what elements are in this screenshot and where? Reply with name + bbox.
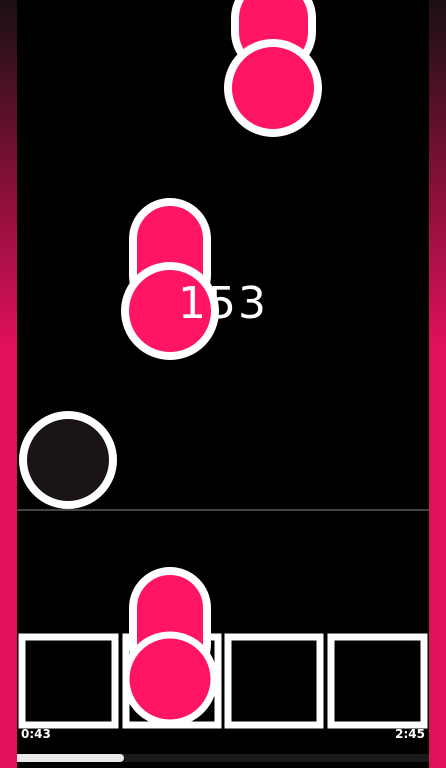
game-stage: 153 0:43 2:45 <box>0 0 446 768</box>
time-total: 2:45 <box>395 727 425 741</box>
note-capsule-lane-2-hit <box>122 567 218 727</box>
idle-orb <box>19 411 117 509</box>
lane-target-3[interactable] <box>224 633 324 729</box>
song-progress-fill <box>17 754 125 762</box>
lane-target-1[interactable] <box>18 633 119 729</box>
note-layer <box>18 0 428 729</box>
combo-counter: 153 <box>178 278 268 329</box>
note-capsule-lane-3 <box>224 0 322 137</box>
lane-target-4[interactable] <box>327 633 428 729</box>
note-head <box>224 39 322 137</box>
song-progress-bar <box>17 754 429 762</box>
time-elapsed: 0:43 <box>21 727 51 741</box>
note-head <box>122 631 218 727</box>
